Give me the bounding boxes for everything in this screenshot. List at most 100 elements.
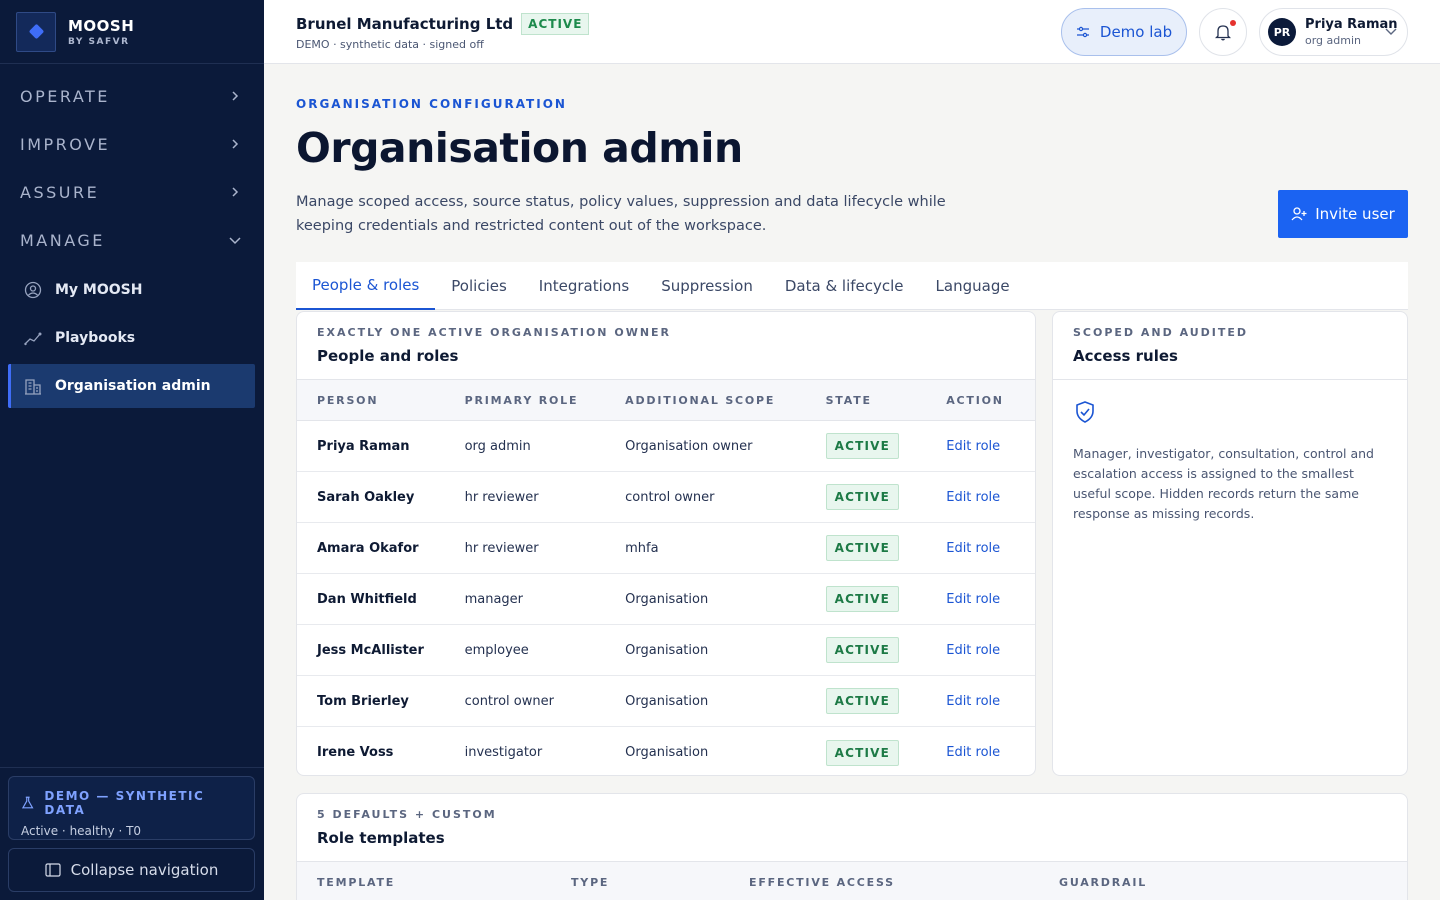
- invite-user-button[interactable]: Invite user: [1278, 190, 1408, 238]
- edit-role-link[interactable]: Edit role: [946, 643, 1000, 658]
- state-badge: ACTIVE: [825, 586, 900, 612]
- nav-section-label: IMPROVE: [20, 134, 111, 154]
- nav-section-manage[interactable]: MANAGE: [0, 216, 264, 264]
- demo-status-text: Active · healthy · T0: [21, 824, 142, 838]
- state-badge: ACTIVE: [825, 739, 900, 766]
- user-circle-icon: [24, 281, 42, 299]
- person-name: Priya Raman: [317, 438, 410, 454]
- people-table-body: Priya Raman org admin Organisation owner…: [297, 421, 1035, 775]
- column-header-type: TYPE: [571, 875, 610, 889]
- access-rules-text: Manager, investigator, consultation, con…: [1073, 446, 1374, 521]
- bell-icon: [1215, 25, 1231, 41]
- person-name: Tom Brierley: [317, 693, 409, 709]
- nav-section-label: OPERATE: [20, 86, 110, 106]
- org-status-badge: ACTIVE: [521, 13, 590, 35]
- additional-scope: Organisation: [625, 642, 709, 658]
- chevron-down-icon: [226, 231, 244, 249]
- notifications-button[interactable]: [1199, 8, 1247, 56]
- state-badge: ACTIVE: [825, 484, 900, 510]
- org-subtitle: DEMO · synthetic data · signed off: [296, 38, 484, 51]
- sidebar-item-label: My MOOSH: [55, 282, 143, 298]
- column-header-state: STATE: [825, 393, 872, 407]
- column-header-primary-role: PRIMARY ROLE: [464, 393, 579, 407]
- additional-scope: Organisation: [625, 745, 709, 760]
- edit-role-link[interactable]: Edit role: [946, 694, 1000, 709]
- trend-icon: [24, 329, 42, 347]
- additional-scope: mhfa: [625, 540, 659, 556]
- primary-role: manager: [464, 591, 524, 607]
- additional-scope: Organisation owner: [625, 438, 753, 454]
- card-title: Role templates: [317, 829, 445, 847]
- tab-data-lifecycle[interactable]: Data & lifecycle: [769, 262, 920, 310]
- user-role: org admin: [1305, 34, 1362, 47]
- column-header-action: ACTION: [946, 393, 1004, 407]
- demo-status-card[interactable]: DEMO — SYNTHETIC DATA Active · healthy ·…: [8, 776, 255, 840]
- demo-lab-button[interactable]: Demo lab: [1061, 8, 1187, 56]
- nav-section-assure[interactable]: ASSURE: [0, 168, 264, 216]
- page-eyebrow: ORGANISATION CONFIGURATION: [296, 97, 567, 111]
- role-templates-card: 5 DEFAULTS + CUSTOM Role templates TEMPL…: [296, 793, 1408, 900]
- state-badge: ACTIVE: [825, 433, 900, 459]
- edit-role-link[interactable]: Edit role: [946, 745, 1000, 760]
- collapse-navigation-button[interactable]: Collapse navigation: [8, 848, 255, 892]
- brand[interactable]: MOOSH BY SAFVR: [0, 0, 264, 64]
- flask-icon: [21, 796, 34, 809]
- state-badge: ACTIVE: [825, 535, 900, 561]
- column-header-effective-access: EFFECTIVE ACCESS: [749, 875, 895, 889]
- tab-language[interactable]: Language: [920, 262, 1026, 310]
- tab-policies[interactable]: Policies: [435, 262, 522, 310]
- org-name: Brunel Manufacturing Ltd: [296, 15, 514, 33]
- invite-user-label: Invite user: [1315, 205, 1395, 223]
- people-roles-card: EXACTLY ONE ACTIVE ORGANISATION OWNER Pe…: [296, 311, 1036, 776]
- column-header-template: TEMPLATE: [317, 875, 396, 889]
- nav-section-improve[interactable]: IMPROVE: [0, 120, 264, 168]
- column-header-additional-scope: ADDITIONAL SCOPE: [625, 393, 776, 407]
- sliders-icon: [1076, 26, 1089, 38]
- edit-role-link[interactable]: Edit role: [946, 541, 1000, 556]
- table-row: Priya Raman org admin Organisation owner…: [297, 421, 1035, 472]
- user-name: Priya Raman: [1305, 17, 1398, 32]
- edit-role-link[interactable]: Edit role: [946, 592, 1000, 607]
- additional-scope: Organisation: [625, 693, 709, 709]
- edit-role-link[interactable]: Edit role: [946, 439, 1000, 454]
- additional-scope: Organisation: [625, 591, 709, 607]
- table-row: Sarah Oakley hr reviewer control owner A…: [297, 472, 1035, 523]
- demo-lab-label: Demo lab: [1099, 23, 1173, 41]
- state-badge: ACTIVE: [825, 637, 900, 663]
- table-row: Dan Whitfield manager Organisation ACTIV…: [297, 574, 1035, 625]
- sidebar-item-organisation-admin[interactable]: Organisation admin: [8, 364, 255, 408]
- table-row: Irene Voss investigator Organisation ACT…: [297, 727, 1035, 775]
- sidebar-item-label: Organisation admin: [55, 378, 211, 394]
- user-plus-icon: [1291, 207, 1307, 221]
- edit-role-link[interactable]: Edit role: [946, 490, 1000, 505]
- page-title: Organisation admin: [296, 124, 743, 172]
- sidebar-item-my-moosh[interactable]: My MOOSH: [8, 268, 255, 312]
- chevron-down-icon: [1385, 28, 1397, 35]
- person-name: Sarah Oakley: [317, 489, 415, 505]
- tab-people-roles[interactable]: People & roles: [296, 262, 436, 310]
- nav-section-operate[interactable]: OPERATE: [0, 72, 264, 120]
- notification-dot: [1230, 20, 1236, 26]
- chevron-right-icon: [226, 183, 244, 201]
- user-menu[interactable]: PR Priya Raman org admin: [1259, 8, 1408, 56]
- table-header: TEMPLATE TYPE EFFECTIVE ACCESS GUARDRAIL: [297, 862, 1407, 900]
- primary-role: hr reviewer: [464, 540, 539, 556]
- table-row: Jess McAllister employee Organisation AC…: [297, 625, 1035, 676]
- nav-section-label: MANAGE: [20, 230, 105, 250]
- brand-subtitle: BY SAFVR: [68, 36, 130, 47]
- card-title: Access rules: [1073, 347, 1178, 365]
- tab-bar: People & roles Policies Integrations Sup…: [296, 262, 1408, 310]
- tab-integrations[interactable]: Integrations: [523, 262, 645, 310]
- top-header: Brunel Manufacturing Ltd ACTIVE DEMO · s…: [264, 0, 1440, 64]
- card-eyebrow: SCOPED AND AUDITED: [1073, 326, 1249, 339]
- tab-suppression[interactable]: Suppression: [645, 262, 769, 310]
- table-row: Tom Brierley control owner Organisation …: [297, 676, 1035, 727]
- primary-role: employee: [464, 642, 529, 658]
- sidebar-item-playbooks[interactable]: Playbooks: [8, 316, 255, 360]
- nav-section-label: ASSURE: [20, 182, 100, 202]
- sidebar-toggle-icon: [45, 863, 61, 877]
- person-name: Irene Voss: [317, 745, 394, 760]
- table-row: Amara Okafor hr reviewer mhfa ACTIVE Edi…: [297, 523, 1035, 574]
- person-name: Dan Whitfield: [317, 591, 417, 607]
- divider: [0, 767, 264, 768]
